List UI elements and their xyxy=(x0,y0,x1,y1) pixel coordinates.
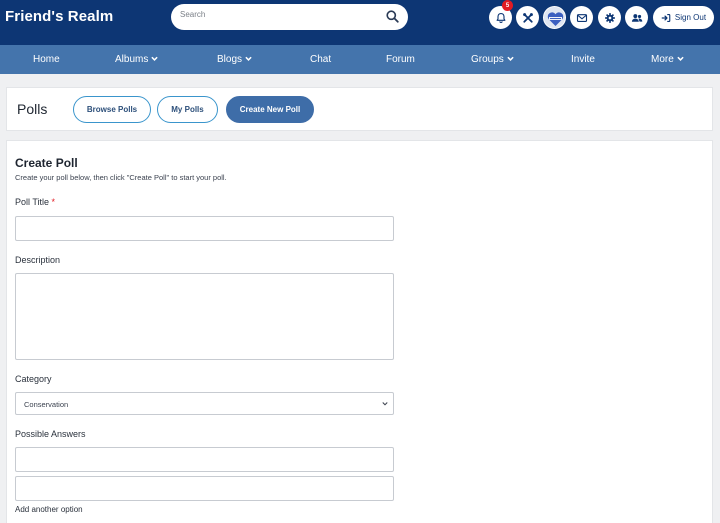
tab-label: My Polls xyxy=(171,105,204,114)
settings-button[interactable] xyxy=(598,6,621,29)
main-nav: Home Albums Blogs Chat Forum Groups Invi… xyxy=(0,45,720,74)
create-poll-form: Create Poll Create your poll below, then… xyxy=(6,140,713,523)
nav-item-label: Chat xyxy=(310,54,332,65)
top-header: Friend's Realm 5 xyxy=(0,0,720,45)
envelope-icon xyxy=(576,12,588,24)
add-option-link[interactable]: Add another option xyxy=(15,505,83,514)
nav-item-label: Home xyxy=(33,54,60,65)
chevron-down-icon xyxy=(151,45,159,74)
chevron-down-icon xyxy=(507,45,514,74)
tools-icon xyxy=(522,12,534,24)
search-icon[interactable] xyxy=(386,10,399,23)
polls-header-card: Polls Browse Polls My Polls Create New P… xyxy=(6,87,713,131)
search-input[interactable] xyxy=(180,10,380,19)
nav-item-home[interactable]: Home xyxy=(33,45,60,74)
sign-out-label: Sign Out xyxy=(674,13,707,22)
sign-out-button[interactable]: Sign Out xyxy=(653,6,714,29)
nav-item-label: More xyxy=(651,54,674,65)
category-selected-value: Conservation xyxy=(24,400,69,409)
search-bar xyxy=(171,4,408,30)
chevron-down-icon xyxy=(245,45,252,74)
chevron-down-icon xyxy=(677,45,684,74)
nav-item-label: Forum xyxy=(386,54,415,65)
answer-input-1[interactable] xyxy=(15,447,394,472)
answer-input-2[interactable] xyxy=(15,476,394,501)
nav-item-label: Albums xyxy=(115,54,149,65)
form-title: Create Poll xyxy=(15,156,78,170)
category-select[interactable]: Conservation xyxy=(15,392,394,415)
bell-icon xyxy=(495,12,507,24)
nav-item-label: Invite xyxy=(571,54,595,65)
nav-item-groups[interactable]: Groups xyxy=(471,45,514,74)
nav-item-label: Groups xyxy=(471,54,504,65)
friends-button[interactable] xyxy=(625,6,648,29)
tab-label: Create New Poll xyxy=(239,105,301,114)
nav-item-forum[interactable]: Forum xyxy=(386,45,415,74)
poll-title-label-text: Poll Title xyxy=(15,197,50,207)
users-icon xyxy=(631,12,643,24)
description-label: Description xyxy=(15,255,61,265)
required-marker: * xyxy=(51,197,56,207)
page-title: Polls xyxy=(17,101,48,117)
nav-item-invite[interactable]: Invite xyxy=(571,45,595,74)
nav-item-albums[interactable]: Albums xyxy=(115,45,159,74)
poll-title-label: Poll Title * xyxy=(15,197,55,207)
nav-item-chat[interactable]: Chat xyxy=(310,45,331,74)
chevron-down-icon xyxy=(382,401,388,407)
form-subtitle: Create your poll below, then click "Crea… xyxy=(15,173,227,182)
description-textarea[interactable] xyxy=(15,273,394,360)
nav-item-label: Blogs xyxy=(217,54,243,65)
tab-label: Browse Polls xyxy=(86,105,138,114)
possible-answers-label: Possible Answers xyxy=(15,429,86,439)
messages-button[interactable] xyxy=(570,6,593,29)
tab-my-polls[interactable]: My Polls xyxy=(157,96,218,123)
gear-icon xyxy=(604,12,616,24)
tab-create-new-poll[interactable]: Create New Poll xyxy=(226,96,314,123)
poll-title-input[interactable] xyxy=(15,216,394,241)
nav-item-blogs[interactable]: Blogs xyxy=(217,45,252,74)
category-label: Category xyxy=(15,374,52,384)
nav-item-more[interactable]: More xyxy=(651,45,684,74)
tab-browse-polls[interactable]: Browse Polls xyxy=(73,96,151,123)
avatar[interactable] xyxy=(543,6,566,29)
tools-button[interactable] xyxy=(516,6,539,29)
notification-badge: 5 xyxy=(502,0,513,11)
site-logo[interactable]: Friend's Realm xyxy=(5,8,113,25)
sign-out-icon xyxy=(661,13,671,23)
